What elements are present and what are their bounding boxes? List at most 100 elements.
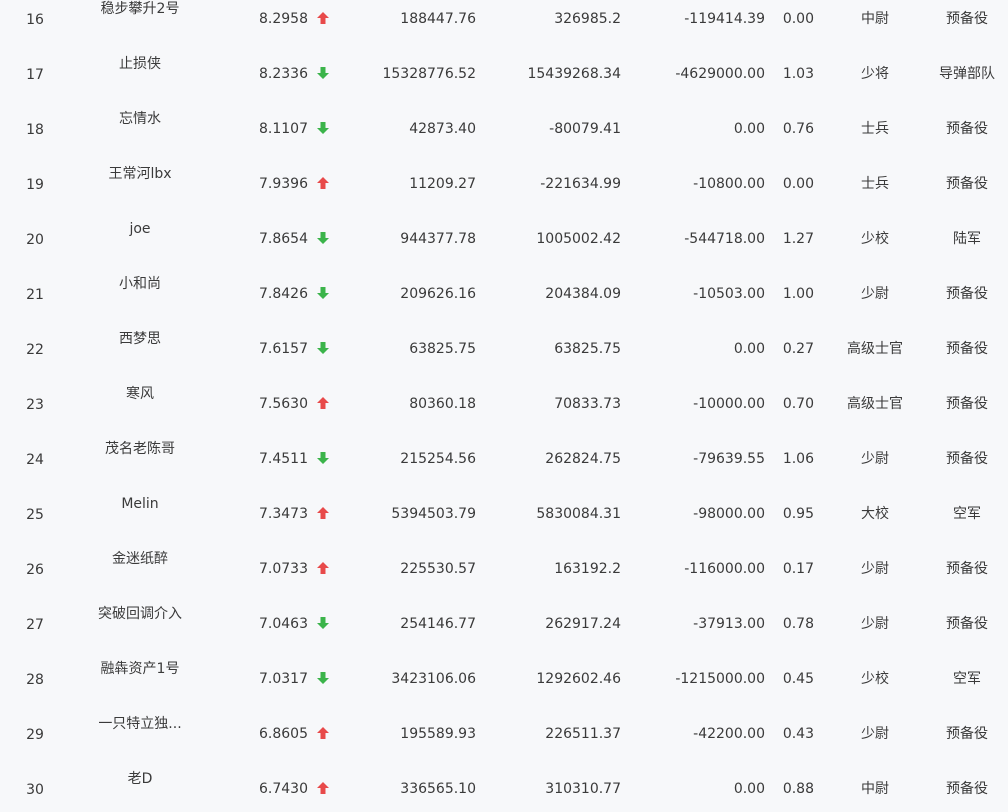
player-name-link[interactable]: 突破回调介入: [60, 604, 220, 624]
table-row: 20 joe 7.8654 944377.78 1005002.42 -544718.00…: [0, 218, 1008, 273]
player-name-link[interactable]: 止损侠: [60, 54, 220, 74]
arrow-down-icon: [316, 286, 330, 300]
value-1-cell: 5394503.79: [391, 506, 476, 522]
score-cell: 7.3473: [259, 506, 308, 522]
player-name-link[interactable]: 王常河lbx: [60, 164, 220, 184]
table-row: 21 小和尚 7.8426 209626.16 204384.09 -10503.00 1.…: [0, 273, 1008, 328]
player-name-link[interactable]: 融犇资产1号: [60, 659, 220, 679]
value-3-cell: -1215000.00: [675, 671, 765, 687]
ranking-table: 16 稳步攀升2号 8.2958 188447.76 326985.2 -119414.3…: [0, 0, 1008, 812]
arrow-up-icon: [316, 396, 330, 410]
player-name-link[interactable]: 金迷纸醉: [60, 549, 220, 569]
player-name-link[interactable]: Melin: [60, 494, 220, 514]
table-row: 27 突破回调介入 7.0463 254146.77 262917.24 -37913.0…: [0, 603, 1008, 658]
military-rank-cell: 少校: [861, 231, 889, 247]
military-rank-cell: 中尉: [861, 781, 889, 797]
value-1-cell: 3423106.06: [391, 671, 476, 687]
arrow-up-icon: [316, 11, 330, 25]
value-2-cell: -80079.41: [549, 121, 621, 137]
military-rank-cell: 中尉: [861, 11, 889, 27]
player-name-link[interactable]: 忘情水: [60, 109, 220, 129]
value-4-cell: 0.78: [782, 616, 814, 632]
value-4-cell: 0.45: [782, 671, 814, 687]
military-rank-cell: 高级士官: [847, 341, 903, 357]
arrow-up-icon: [316, 726, 330, 740]
value-4-cell: 0.00: [782, 11, 814, 27]
branch-cell: 预备役: [946, 451, 988, 467]
military-rank-cell: 少尉: [861, 451, 889, 467]
value-3-cell: -37913.00: [693, 616, 765, 632]
branch-cell: 预备役: [946, 616, 988, 632]
score-cell: 7.5630: [259, 396, 308, 412]
value-1-cell: 15328776.52: [382, 66, 476, 82]
value-2-cell: 262824.75: [545, 451, 621, 467]
player-name-link[interactable]: 小和尚: [60, 274, 220, 294]
arrow-down-icon: [316, 66, 330, 80]
value-1-cell: 195589.93: [400, 726, 476, 742]
value-2-cell: 163192.2: [554, 561, 621, 577]
military-rank-cell: 士兵: [861, 176, 889, 192]
value-3-cell: -10000.00: [693, 396, 765, 412]
branch-cell: 预备役: [946, 286, 988, 302]
value-1-cell: 225530.57: [400, 561, 476, 577]
player-name-link[interactable]: 寒风: [60, 384, 220, 404]
score-cell: 6.7430: [259, 781, 308, 797]
table-row: 23 寒风 7.5630 80360.18 70833.73 -10000.00 0.70 高…: [0, 383, 1008, 438]
score-cell: 7.6157: [259, 341, 308, 357]
player-name-link[interactable]: 茂名老陈哥: [60, 439, 220, 459]
player-name-link[interactable]: 西梦思: [60, 329, 220, 349]
value-1-cell: 336565.10: [400, 781, 476, 797]
value-4-cell: 0.88: [782, 781, 814, 797]
score-cell: 8.1107: [259, 121, 308, 137]
arrow-down-icon: [316, 451, 330, 465]
branch-cell: 预备役: [946, 396, 988, 412]
value-2-cell: -221634.99: [540, 176, 621, 192]
arrow-down-icon: [316, 231, 330, 245]
value-2-cell: 262917.24: [545, 616, 621, 632]
branch-cell: 空军: [953, 671, 981, 687]
military-rank-cell: 少尉: [861, 726, 889, 742]
score-cell: 7.9396: [259, 176, 308, 192]
player-name-link[interactable]: 老D: [60, 769, 220, 789]
branch-cell: 预备役: [946, 176, 988, 192]
value-1-cell: 254146.77: [400, 616, 476, 632]
value-4-cell: 1.03: [782, 66, 814, 82]
military-rank-cell: 高级士官: [847, 396, 903, 412]
player-name-link[interactable]: 一只特立独...: [60, 714, 220, 734]
arrow-down-icon: [316, 121, 330, 135]
player-name-link[interactable]: joe: [60, 219, 220, 239]
value-4-cell: 0.00: [782, 176, 814, 192]
value-3-cell: 0.00: [733, 121, 765, 137]
value-3-cell: -119414.39: [684, 11, 765, 27]
player-name-link[interactable]: 稳步攀升2号: [60, 0, 220, 19]
score-cell: 7.0317: [259, 671, 308, 687]
value-3-cell: -79639.55: [693, 451, 765, 467]
value-1-cell: 209626.16: [400, 286, 476, 302]
arrow-up-icon: [316, 561, 330, 575]
value-4-cell: 0.76: [782, 121, 814, 137]
value-4-cell: 0.43: [782, 726, 814, 742]
table-row: 18 忘情水 8.1107 42873.40 -80079.41 0.00 0.76 士兵 预备…: [0, 108, 1008, 163]
value-2-cell: 1292602.46: [536, 671, 621, 687]
value-2-cell: 63825.75: [554, 341, 621, 357]
branch-cell: 陆军: [953, 231, 981, 247]
value-1-cell: 80360.18: [409, 396, 476, 412]
value-4-cell: 0.27: [782, 341, 814, 357]
value-4-cell: 1.27: [782, 231, 814, 247]
score-cell: 6.8605: [259, 726, 308, 742]
value-4-cell: 1.00: [782, 286, 814, 302]
arrow-up-icon: [316, 176, 330, 190]
value-2-cell: 310310.77: [545, 781, 621, 797]
value-1-cell: 188447.76: [400, 11, 476, 27]
value-2-cell: 204384.09: [545, 286, 621, 302]
table-row: 28 融犇资产1号 7.0317 3423106.06 1292602.46 -12150…: [0, 658, 1008, 713]
branch-cell: 导弹部队: [939, 66, 995, 82]
military-rank-cell: 少尉: [861, 561, 889, 577]
military-rank-cell: 少尉: [861, 286, 889, 302]
table-row: 22 西梦思 7.6157 63825.75 63825.75 0.00 0.27 高级士官预…: [0, 328, 1008, 383]
arrow-down-icon: [316, 671, 330, 685]
branch-cell: 预备役: [946, 121, 988, 137]
arrow-down-icon: [316, 341, 330, 355]
value-1-cell: 944377.78: [400, 231, 476, 247]
military-rank-cell: 少尉: [861, 616, 889, 632]
